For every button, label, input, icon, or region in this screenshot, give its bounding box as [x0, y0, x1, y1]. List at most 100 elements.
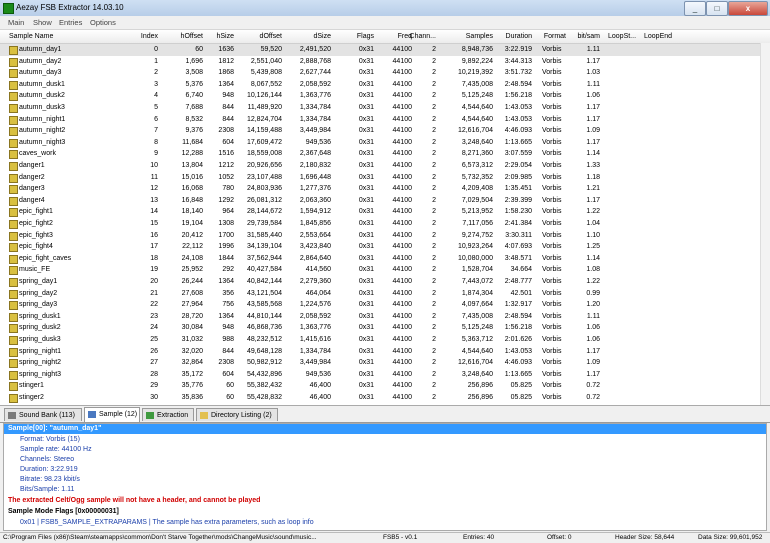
table-row[interactable]: spring_dusk3 25 31,032 988 48,232,512 1,415,6… — [0, 334, 770, 346]
table-row[interactable]: epic_fight2 15 19,104 1308 29,739,584 1,845,8… — [0, 218, 770, 230]
audio-file-icon — [9, 104, 18, 113]
table-row[interactable]: epic_fight_caves 18 24,108 1844 37,562,944 2,… — [0, 253, 770, 265]
cell-bits-per-sample: 1.22 — [586, 208, 600, 216]
table-row[interactable]: spring_day2 21 27,608 356 43,121,504 464,064 0… — [0, 288, 770, 300]
cell-d-offset: 10,126,144 — [246, 92, 282, 100]
table-row[interactable]: spring_dusk1 23 28,720 1364 44,810,144 2,058,… — [0, 311, 770, 323]
cell-sample-name: autumn_dusk1 — [19, 80, 65, 88]
cell-bits-per-sample: 1.14 — [586, 254, 600, 262]
cell-bits-per-sample: 1.17 — [586, 370, 600, 378]
tab-sound-bank[interactable]: Sound Bank (113) — [4, 408, 82, 421]
cell-channels: 2 — [432, 382, 436, 390]
cell-duration: 2:39.399 — [504, 196, 532, 204]
sample-list[interactable]: Sample Name Index hOffset hSize dOffset dSize… — [0, 30, 770, 406]
column-header-flags[interactable]: Flags — [334, 33, 374, 40]
column-header-loop-end[interactable]: LoopEnd — [644, 33, 672, 40]
audio-file-icon — [9, 301, 18, 311]
audio-file-icon — [9, 150, 18, 160]
cell-index: 0 — [154, 46, 158, 53]
menu-options[interactable]: Options — [90, 18, 116, 27]
table-row[interactable]: spring_day1 20 26,244 1364 40,842,144 2,279,3… — [0, 276, 770, 288]
maximize-button[interactable]: □ — [706, 1, 728, 16]
menu-show[interactable]: Show — [33, 18, 52, 27]
column-header-loop-start[interactable]: LoopSt... — [608, 33, 636, 40]
cell-d-offset: 48,232,512 — [246, 336, 282, 343]
table-row[interactable]: danger1 10 13,804 1212 20,926,656 2,180,832 0x… — [0, 160, 770, 172]
cell-d-offset: 49,648,128 — [246, 347, 282, 355]
vertical-scrollbar[interactable] — [760, 43, 770, 405]
cell-index: 23 — [150, 312, 158, 320]
menu-main[interactable]: Main — [8, 18, 24, 27]
table-row[interactable]: caves_work 9 12,288 1516 18,559,008 2,367,648… — [0, 148, 770, 160]
cell-channels: 2 — [432, 289, 436, 297]
table-row[interactable]: danger4 13 16,848 1292 26,081,312 2,063,360 0x… — [0, 195, 770, 207]
table-row[interactable]: autumn_dusk1 3 5,376 1364 8,067,552 2,058,592… — [0, 79, 770, 91]
cell-sample-name: spring_day3 — [19, 301, 58, 309]
minimize-button[interactable]: _ — [684, 1, 706, 16]
table-row[interactable]: autumn_day1 0 60 1636 59,520 2,491,520 0x31 441… — [0, 44, 770, 56]
table-row[interactable]: autumn_day3 2 3,508 1868 5,439,808 2,627,744 0… — [0, 67, 770, 79]
column-header-samples[interactable]: Samples — [453, 33, 493, 40]
cell-duration: 4:46.093 — [504, 359, 532, 367]
table-row[interactable]: spring_day3 22 27,964 756 43,585,568 1,224,57… — [0, 299, 770, 311]
cell-h-size: 844 — [222, 104, 234, 111]
cell-duration: 1:32.917 — [504, 301, 532, 309]
cell-h-size: 844 — [222, 347, 234, 355]
cell-channels: 2 — [432, 162, 436, 169]
detail-format: Format: Vorbis (15) — [20, 436, 80, 443]
table-row[interactable]: epic_fight4 17 22,112 1996 34,139,104 3,423,8… — [0, 241, 770, 253]
table-row[interactable]: danger3 12 16,068 780 24,803,936 1,277,376 0x3… — [0, 183, 770, 195]
cell-d-size: 1,334,784 — [299, 347, 331, 355]
table-row[interactable]: stinger2 30 35,836 60 55,428,832 46,400 0x31 44… — [0, 392, 770, 404]
table-row[interactable]: stinger1 29 35,776 60 55,382,432 46,400 0x31 44… — [0, 380, 770, 392]
column-header-bits-per-sample[interactable]: bit/sam — [560, 33, 600, 40]
cell-index: 6 — [154, 115, 158, 123]
table-row[interactable]: music_FE 19 25,952 292 40,427,584 414,560 0x31… — [0, 264, 770, 276]
detail-bits-per-sample: Bits/Sample: 1.11 — [20, 486, 75, 493]
cell-sample-name: stinger1 — [19, 382, 44, 390]
column-header-index[interactable]: Index — [118, 33, 158, 40]
cell-bits-per-sample: 1.04 — [586, 220, 600, 227]
cell-d-size: 1,594,912 — [299, 208, 331, 216]
table-row[interactable]: autumn_night2 7 9,376 2308 14,159,488 3,449,9… — [0, 125, 770, 137]
cell-index: 29 — [150, 382, 158, 390]
table-row[interactable]: autumn_dusk3 5 7,688 844 11,489,920 1,334,784… — [0, 102, 770, 114]
menu-entries[interactable]: Entries — [59, 18, 82, 27]
column-header-h-size[interactable]: hSize — [194, 33, 234, 40]
close-button[interactable]: x — [728, 1, 768, 16]
column-header-sample-name[interactable]: Sample Name — [9, 33, 53, 40]
cell-duration: 1:35.451 — [504, 185, 532, 193]
cell-d-size: 2,058,592 — [299, 312, 331, 320]
table-row[interactable]: epic_fight1 14 18,140 964 28,144,672 1,594,91… — [0, 206, 770, 218]
table-row[interactable]: autumn_night1 6 8,532 844 12,824,704 1,334,78… — [0, 114, 770, 126]
audio-file-icon — [9, 289, 18, 299]
table-row[interactable]: spring_night3 28 35,172 604 54,432,896 949,53… — [0, 369, 770, 381]
table-row[interactable]: autumn_dusk2 4 6,740 948 10,126,144 1,363,776… — [0, 90, 770, 102]
table-row[interactable]: danger2 11 15,016 1052 23,107,488 1,696,448 0x… — [0, 172, 770, 184]
column-header-d-size[interactable]: dSize — [291, 33, 331, 40]
cell-duration: 3:07.559 — [504, 150, 532, 158]
folder-icon — [200, 412, 208, 419]
tab-sample[interactable]: Sample (12) — [84, 407, 140, 422]
column-header-d-offset[interactable]: dOffset — [242, 33, 282, 40]
cell-bits-per-sample: 0.99 — [586, 289, 600, 297]
table-row[interactable]: autumn_day2 1 1,696 1812 2,551,040 2,888,768 0… — [0, 56, 770, 68]
column-header-channels[interactable]: Chann... — [396, 33, 436, 40]
audio-file-icon — [9, 127, 18, 137]
tab-directory-listing[interactable]: Directory Listing (2) — [196, 408, 278, 421]
table-row[interactable]: autumn_night3 8 11,684 604 17,609,472 949,536… — [0, 137, 770, 149]
cell-duration: 1:13.665 — [504, 370, 532, 378]
table-row[interactable]: spring_night2 27 32,864 2308 50,982,912 3,449… — [0, 357, 770, 369]
cell-d-offset: 54,432,896 — [246, 370, 282, 378]
cell-index: 9 — [154, 150, 158, 158]
tab-extraction[interactable]: Extraction — [142, 408, 194, 421]
table-row[interactable]: spring_dusk2 24 30,084 948 46,868,736 1,363,7… — [0, 322, 770, 334]
cell-sample-name: autumn_dusk2 — [19, 92, 65, 100]
cell-h-size: 1212 — [218, 162, 234, 169]
table-row[interactable]: spring_night1 26 32,020 844 49,648,128 1,334,… — [0, 346, 770, 358]
table-row[interactable]: epic_fight3 16 20,412 1700 31,585,440 2,553,6… — [0, 230, 770, 242]
cell-duration: 4:07.693 — [504, 243, 532, 251]
audio-file-icon — [9, 370, 18, 380]
cell-h-size: 60 — [226, 394, 234, 401]
cell-h-size: 756 — [222, 301, 234, 309]
